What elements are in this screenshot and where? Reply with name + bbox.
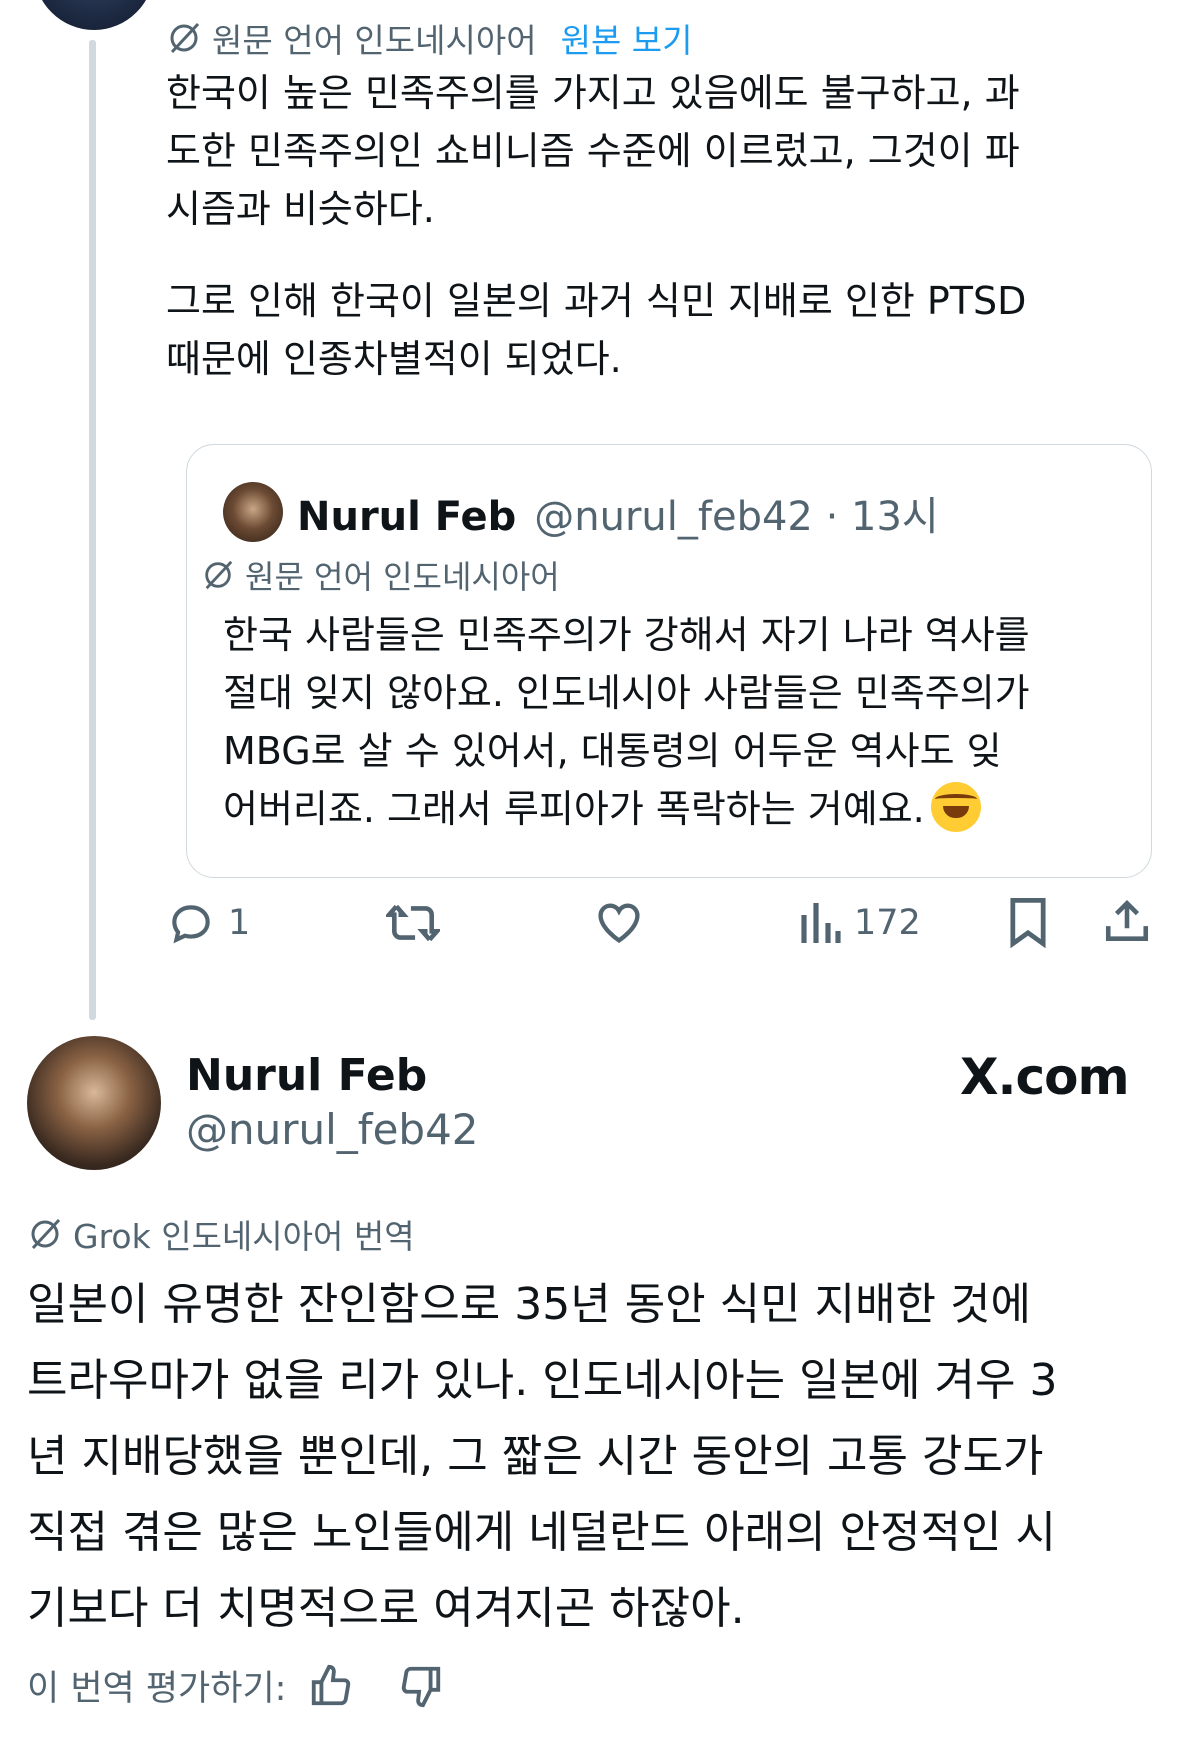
grok-translation-label: Grok 인도네시아어 번역: [73, 1217, 415, 1256]
rofl-emoji-icon: [930, 782, 981, 832]
views-icon: [801, 903, 841, 943]
post-text: 일본이 유명한 잔인함으로 35년 동안 식민 지배한 것에 트라우마가 없을 …: [27, 1279, 1058, 1634]
retweet-icon: [386, 904, 440, 942]
tweet-text-paragraph-2: 그로 인해 한국이 일본의 과거 식민 지배로 인한 PTSD 때문에 인종차별…: [166, 279, 1027, 381]
quote-avatar[interactable]: [223, 482, 283, 542]
x-com-logo: X.com: [960, 1048, 1130, 1106]
translate-icon: [205, 560, 233, 590]
thumbs-down-icon[interactable]: [398, 1663, 444, 1709]
translation-label: 원문 언어 인도네시아어: [212, 21, 537, 60]
quote-text: 한국 사람들은 민족주의가 강해서 자기 나라 역사를 절대 잊지 않아요. 인…: [223, 606, 1133, 838]
retweet-button[interactable]: [386, 898, 440, 948]
reply-icon: [172, 905, 210, 944]
like-button[interactable]: [592, 896, 646, 948]
translate-icon: [31, 1218, 61, 1250]
quote-handle-time: @nurul_feb42 · 13시: [534, 494, 939, 540]
views-count: 172: [854, 903, 921, 943]
top-avatar[interactable]: [34, 0, 154, 30]
quote-author-name[interactable]: Nurul Feb: [297, 494, 516, 540]
show-original-link[interactable]: 원본 보기: [561, 14, 693, 62]
quote-translation-label: 원문 언어 인도네시아어: [245, 558, 560, 596]
author-avatar[interactable]: [27, 1036, 161, 1170]
grok-translation-notice: Grok 인도네시아어 번역: [27, 1210, 415, 1258]
rate-translation-bar: 이 번역 평가하기:: [27, 1660, 444, 1711]
thread-line: [89, 40, 96, 1020]
tweet-text-paragraph-1: 한국이 높은 민족주의를 가지고 있음에도 불구하고, 과 도한 민족주의인 쇼…: [166, 71, 1020, 231]
share-icon: [1105, 900, 1149, 941]
quote-header: Nurul Feb @nurul_feb42 · 13시: [297, 484, 939, 542]
quote-translation-notice: 원문 언어 인도네시아어: [201, 552, 560, 598]
reply-count: 1: [228, 903, 251, 943]
rate-translation-label: 이 번역 평가하기:: [27, 1669, 287, 1709]
translate-icon: [170, 22, 200, 54]
bookmark-icon: [1010, 897, 1046, 948]
reply-button[interactable]: 1: [166, 898, 250, 948]
share-button[interactable]: [1102, 896, 1152, 948]
author-handle[interactable]: @nurul_feb42: [186, 1105, 479, 1154]
quote-text-body: 한국 사람들은 민족주의가 강해서 자기 나라 역사를 절대 잊지 않아요. 인…: [223, 613, 1030, 831]
heart-icon: [598, 903, 640, 943]
translation-notice: 원문 언어 인도네시아어 원본 보기: [166, 14, 693, 62]
views-button[interactable]: 172: [798, 898, 921, 948]
author-name[interactable]: Nurul Feb: [186, 1050, 427, 1101]
thumbs-up-icon[interactable]: [308, 1663, 354, 1709]
bookmark-button[interactable]: [1005, 896, 1051, 948]
